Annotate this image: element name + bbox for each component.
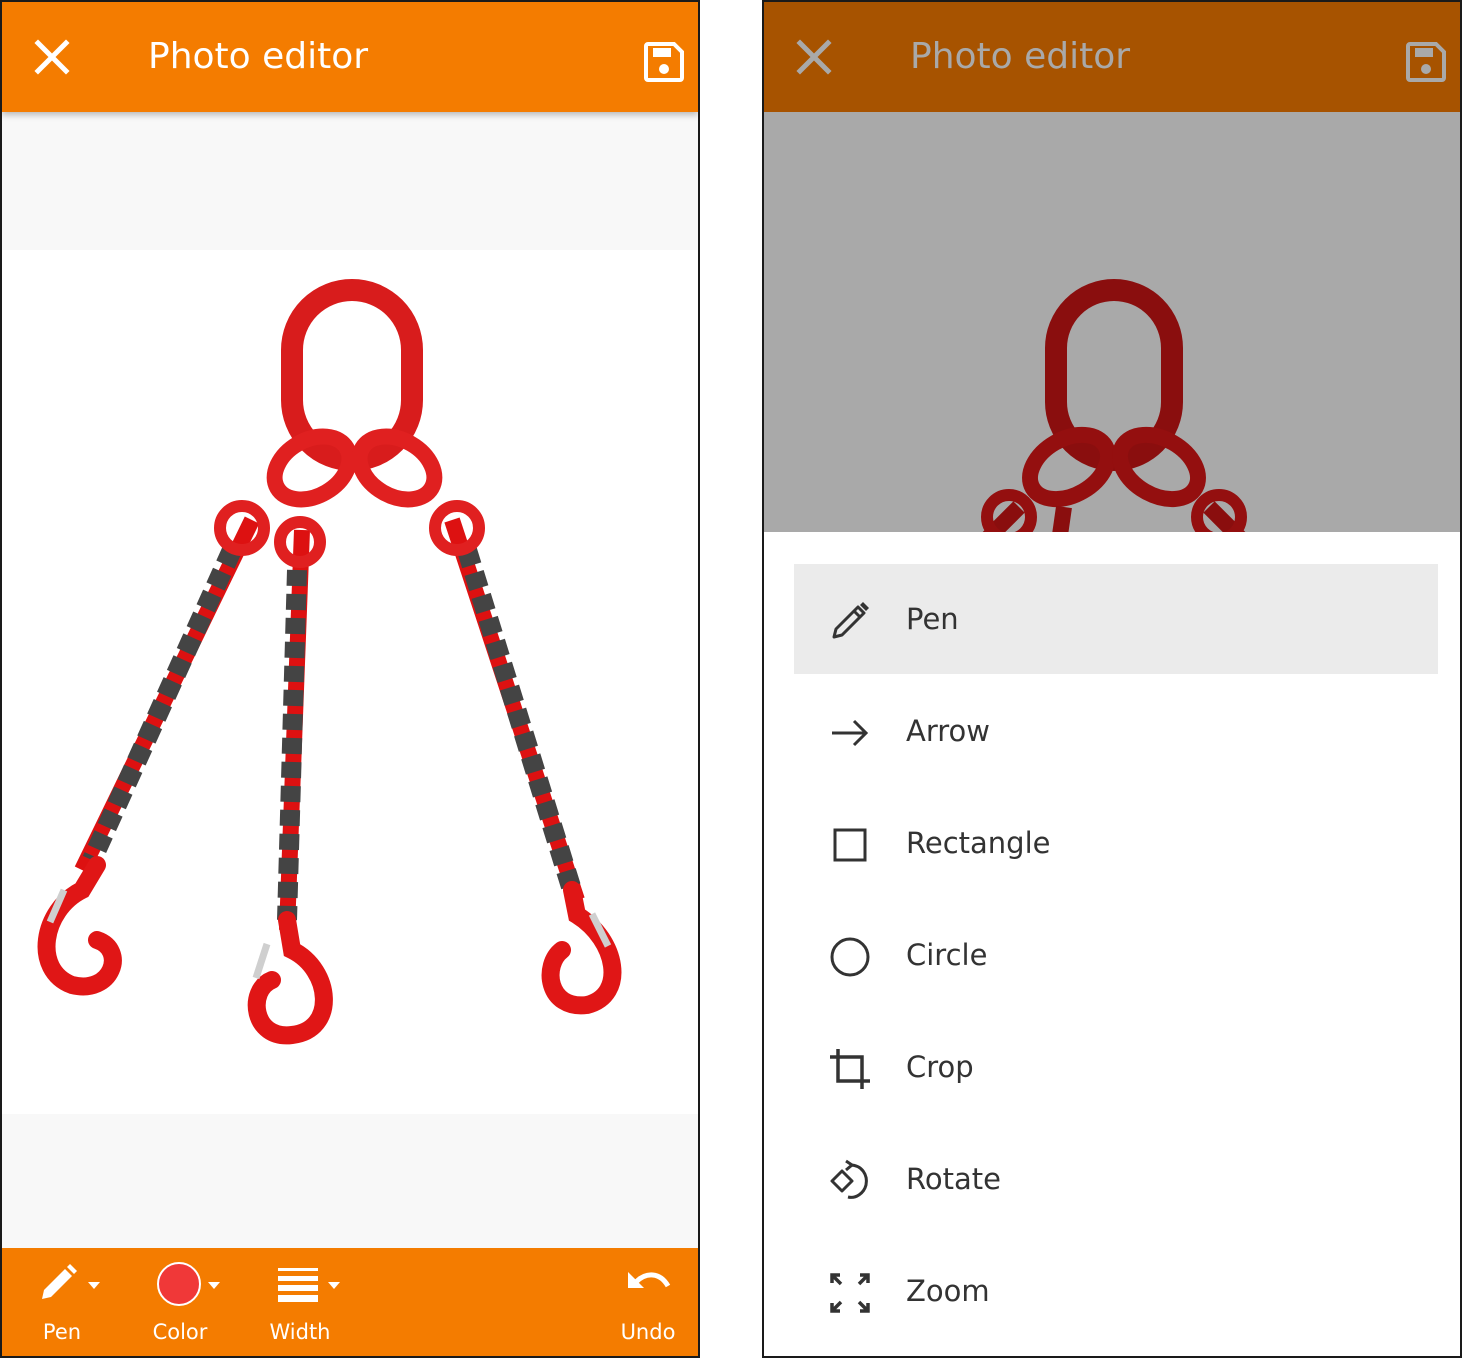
- fullscreen-icon: [830, 1273, 870, 1313]
- menu-item-rectangle[interactable]: Rectangle: [794, 788, 1438, 898]
- close-icon[interactable]: [30, 35, 74, 79]
- arrow-right-icon: [832, 719, 869, 747]
- line-width-icon: [278, 1268, 318, 1302]
- chevron-down-icon: [208, 1282, 220, 1289]
- close-icon: [796, 39, 832, 75]
- undo-button[interactable]: Undo: [612, 1258, 684, 1348]
- menu-item-zoom[interactable]: Zoom: [794, 1236, 1438, 1346]
- chain-sling-image: [981, 279, 1247, 532]
- color-tool-label: Color: [152, 1320, 208, 1344]
- crop-icon: [830, 1049, 870, 1089]
- chain-sling-image: [37, 279, 622, 1045]
- menu-item-label: Circle: [906, 938, 988, 972]
- undo-label: Undo: [620, 1320, 676, 1344]
- pen-tool-button[interactable]: Pen: [26, 1258, 100, 1348]
- color-tool-button[interactable]: Color: [142, 1258, 220, 1348]
- save-icon: [1406, 42, 1446, 82]
- width-tool-label: Width: [269, 1320, 331, 1344]
- circle-icon: [830, 937, 870, 977]
- menu-item-label: Rotate: [906, 1162, 1001, 1196]
- bottom-toolbar: Pen Color Width Undo: [2, 1248, 698, 1356]
- tool-menu: Pen Arrow Rectangle Circle Crop Rotate Z…: [764, 532, 1460, 1356]
- menu-item-label: Zoom: [906, 1274, 990, 1308]
- dimmed-photo-backdrop[interactable]: [764, 112, 1460, 532]
- undo-icon: [628, 1272, 671, 1288]
- menu-item-arrow[interactable]: Arrow: [794, 676, 1438, 786]
- photo-editor-screen: Photo editor Pen Color Width Undo: [0, 0, 700, 1358]
- pen-tool-label: Pen: [42, 1320, 82, 1344]
- menu-item-pen[interactable]: Pen: [794, 564, 1438, 674]
- page-title: Photo editor: [148, 36, 369, 77]
- save-icon[interactable]: [644, 42, 684, 82]
- menu-item-label: Rectangle: [906, 826, 1051, 860]
- chevron-down-icon: [88, 1282, 100, 1289]
- chevron-down-icon: [328, 1282, 340, 1289]
- editor-canvas[interactable]: [2, 112, 698, 1252]
- square-icon: [833, 828, 867, 862]
- menu-item-label: Pen: [906, 602, 959, 636]
- photo-image[interactable]: [2, 250, 698, 1114]
- menu-item-circle[interactable]: Circle: [794, 900, 1438, 1010]
- page-title: Photo editor: [910, 36, 1131, 77]
- pencil-icon: [42, 1264, 77, 1299]
- photo-editor-tool-menu-screen: Photo editor Pen Arrow Rectangle Circle …: [762, 0, 1462, 1358]
- menu-item-label: Arrow: [906, 714, 990, 748]
- pencil-icon: [832, 602, 869, 639]
- menu-item-crop[interactable]: Crop: [794, 1012, 1438, 1122]
- app-bar-dimmed: Photo editor: [764, 2, 1460, 112]
- rotate-icon: [830, 1159, 868, 1199]
- app-bar: Photo editor: [2, 2, 698, 112]
- menu-item-label: Crop: [906, 1050, 974, 1084]
- menu-item-rotate[interactable]: Rotate: [794, 1124, 1438, 1234]
- color-swatch: [157, 1262, 201, 1306]
- width-tool-button[interactable]: Width: [264, 1258, 340, 1348]
